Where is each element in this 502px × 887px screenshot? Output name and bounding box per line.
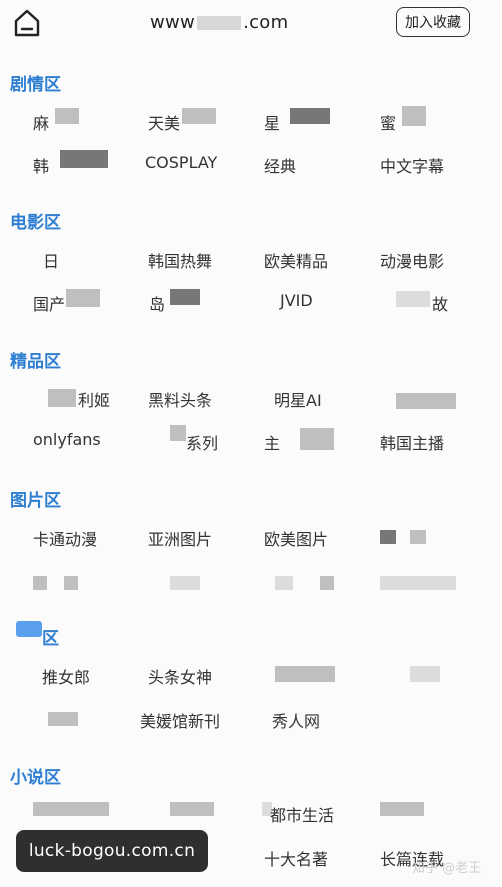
redacted-block (48, 712, 78, 726)
category-link[interactable]: 亚洲图片 (148, 526, 212, 550)
zhihu-credit: 知乎 @老王 (412, 861, 482, 876)
redacted-block (300, 428, 334, 450)
category-link[interactable]: 欧美图片 (264, 526, 328, 550)
category-link[interactable]: 都市生活 (270, 802, 334, 826)
site-title-prefix: www (150, 12, 196, 33)
category-link[interactable]: 利姬 (78, 387, 110, 411)
category-link[interactable]: 头条女神 (148, 664, 212, 688)
redacted-block (396, 291, 430, 307)
redacted-block (55, 108, 79, 124)
category-link[interactable]: 韩国主播 (380, 430, 444, 454)
site-title: www .com (150, 12, 288, 33)
section-title-pictures: 图片区 (10, 491, 61, 511)
category-link[interactable]: onlyfans (33, 430, 101, 449)
redacted-block (60, 150, 108, 168)
category-link[interactable]: 国产 (33, 291, 65, 315)
category-link[interactable]: 日 (43, 248, 59, 272)
category-link[interactable]: 天美 (148, 110, 180, 134)
category-link[interactable]: 推女郎 (42, 664, 90, 688)
redacted-block (170, 289, 200, 305)
section-title-premium: 精品区 (10, 352, 61, 372)
redacted-block (380, 802, 424, 816)
category-link[interactable]: 十大名著 (264, 846, 328, 870)
top-bar: www .com 加入收藏 (0, 0, 502, 50)
redacted-block (66, 289, 100, 307)
redacted-block (170, 802, 214, 816)
category-link[interactable]: 中文字幕 (380, 153, 444, 177)
category-link[interactable]: 韩 (33, 153, 49, 177)
redacted-block (275, 576, 293, 590)
category-link[interactable]: 主 (264, 430, 280, 454)
redacted-block (380, 530, 396, 544)
redacted-block (33, 802, 109, 816)
site-title-suffix: .com (243, 12, 289, 33)
watermark-badge: luck-bogou.com.cn (16, 830, 208, 872)
category-link[interactable]: 卡通动漫 (33, 526, 97, 550)
redacted-block (16, 621, 42, 637)
redacted-block (170, 576, 200, 590)
category-link[interactable]: 系列 (186, 430, 218, 454)
category-link[interactable]: 故 (432, 291, 448, 315)
home-icon[interactable] (12, 8, 42, 38)
redacted-block (197, 16, 242, 30)
redacted-block (170, 425, 186, 441)
category-link[interactable]: 岛 (149, 291, 165, 315)
category-link[interactable]: 明星AI (274, 387, 322, 411)
redacted-block (48, 389, 76, 407)
category-link[interactable]: JVID (280, 291, 313, 310)
category-link[interactable]: 动漫电影 (380, 248, 444, 272)
section-title-models: 区 (42, 629, 59, 649)
category-link[interactable]: 美媛馆新刊 (140, 708, 220, 732)
add-bookmark-button[interactable]: 加入收藏 (396, 7, 470, 37)
redacted-block (275, 666, 335, 682)
category-link[interactable]: 麻 (33, 110, 49, 134)
redacted-block (402, 106, 426, 126)
redacted-block (410, 666, 440, 682)
redacted-block (320, 576, 334, 590)
section-title-movies: 电影区 (10, 213, 61, 233)
redacted-block (33, 576, 47, 590)
category-link[interactable]: 欧美精品 (264, 248, 328, 272)
category-link[interactable]: 星 (264, 110, 280, 134)
redacted-block (290, 108, 330, 124)
category-link[interactable]: 黑料头条 (148, 387, 212, 411)
redacted-block (64, 576, 78, 590)
category-link[interactable]: 秀人网 (272, 708, 320, 732)
redacted-block (380, 576, 456, 590)
category-link[interactable]: 经典 (264, 153, 296, 177)
category-link[interactable]: 蜜 (380, 110, 396, 134)
section-title-novels: 小说区 (10, 768, 61, 788)
redacted-block (182, 108, 216, 124)
redacted-block (410, 530, 426, 544)
section-title-drama: 剧情区 (10, 75, 61, 95)
category-link[interactable]: COSPLAY (145, 153, 217, 172)
category-link[interactable]: 韩国热舞 (148, 248, 212, 272)
redacted-block (396, 393, 456, 409)
